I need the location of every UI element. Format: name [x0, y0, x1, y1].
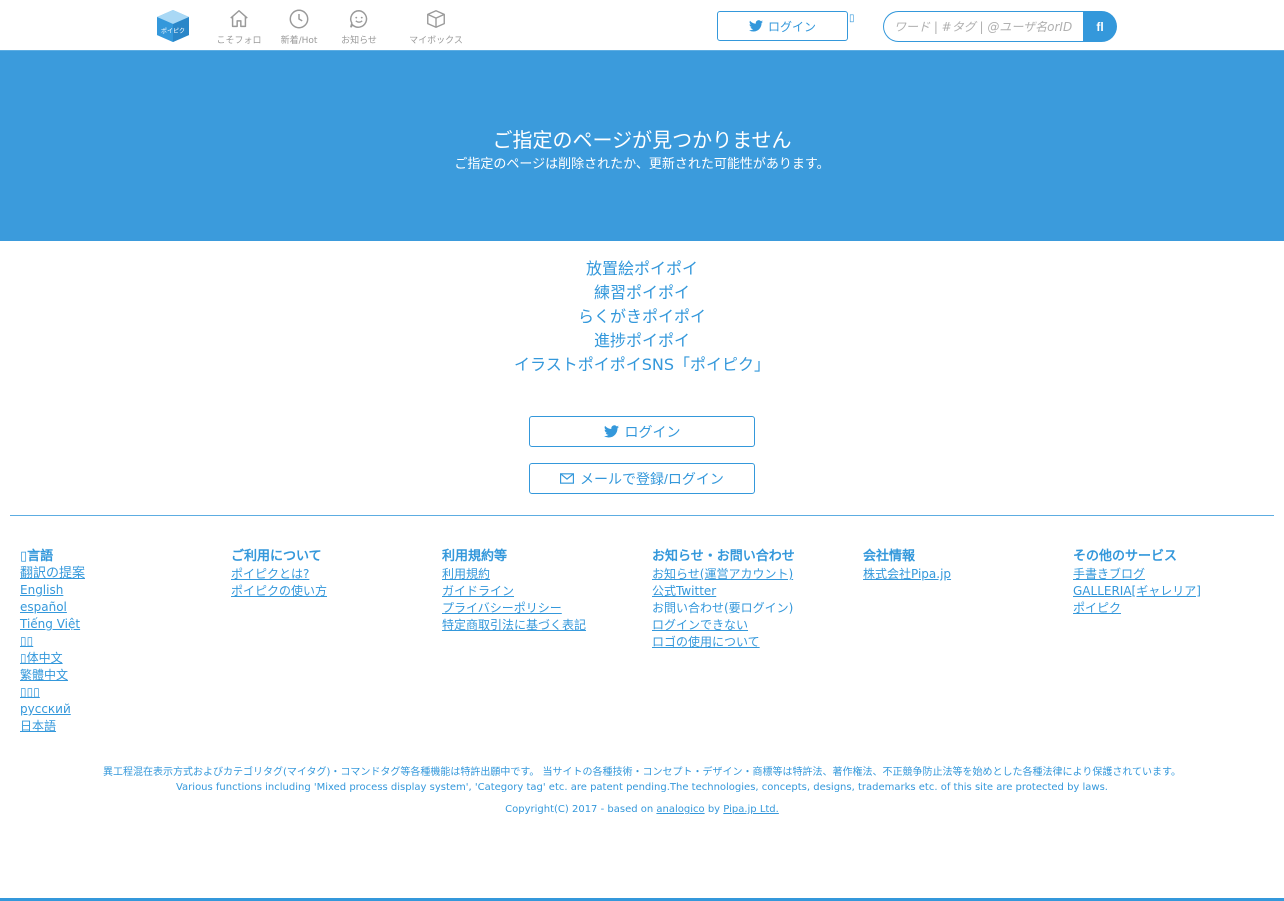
language-heading: ▯言語 翻訳の提案 [20, 548, 230, 582]
clock-icon [289, 9, 309, 29]
box-icon [427, 10, 445, 28]
nav-mybox[interactable]: マイボックス [406, 8, 466, 48]
error-title: ご指定のページが見つかりません [492, 128, 792, 152]
privacy-link[interactable]: プライバシーポリシー [442, 600, 652, 617]
about-what-link[interactable]: ポイピクとは? [231, 566, 441, 583]
error-subtitle: ご指定のページは削除されたか、更新された可能性があります。 [454, 157, 830, 172]
official-account-link[interactable]: お知らせ(運営アカウント) [652, 566, 862, 583]
footer-contact-column: お知らせ・お問い合わせ お知らせ(運営アカウント) 公式Twitter お問い合… [652, 548, 862, 651]
about-howto-link[interactable]: ポイピクの使い方 [231, 583, 441, 600]
patent-notice-jp: 異工程混在表示方式およびカテゴリタグ(マイタグ)・コマンドタグ等各種機能は特許出… [102, 767, 1182, 778]
mail-login-button[interactable]: メールで登録/ログイン [529, 463, 755, 494]
cannot-login-link[interactable]: ログインできない [652, 617, 862, 634]
error-banner: ご指定のページが見つかりません ご指定のページは削除されたか、更新された可能性が… [0, 51, 1284, 241]
link-rakugaki[interactable]: らくがきポイポイ [0, 305, 1284, 329]
language-heading-text: 言語 [27, 549, 54, 564]
company-heading: 会社情報 [863, 549, 916, 564]
mail-icon [560, 473, 575, 484]
footer-about-column: ご利用について ポイピクとは? ポイピクの使い方 [231, 548, 441, 600]
analogico-link[interactable]: analogico [656, 804, 704, 815]
search-button-label: fl [1096, 19, 1104, 34]
poipiku-logo[interactable]: ポイピク [156, 9, 190, 43]
search-box: fl [883, 11, 1117, 42]
header-login-label: ログイン [767, 19, 816, 34]
copyright-prefix: Copyright(C) 2017 - based on [505, 804, 654, 815]
nav-kosofollow[interactable]: こそフォロ [209, 8, 269, 48]
search-button[interactable]: fl [1083, 11, 1117, 42]
header-twitter-login-button[interactable]: ログイン [717, 11, 848, 41]
terms-link[interactable]: 利用規約 [442, 566, 652, 583]
lang-russian[interactable]: русский [20, 701, 230, 718]
nav-new-hot[interactable]: 新着/Hot [269, 8, 329, 48]
tokushoho-link[interactable]: 特定商取引法に基づく表記 [442, 617, 652, 634]
poipiku-link[interactable]: ポイピク [1073, 600, 1283, 617]
logo-usage-link[interactable]: ロゴの使用について [652, 634, 862, 651]
nav-label: 新着/Hot [280, 36, 318, 46]
link-renshu[interactable]: 練習ポイポイ [0, 281, 1284, 305]
tegaki-blog-link[interactable]: 手書きブログ [1073, 566, 1283, 583]
search-input[interactable] [883, 11, 1083, 42]
link-shinchoku[interactable]: 進捗ポイポイ [0, 329, 1284, 353]
nav-notifications[interactable]: お知らせ [329, 8, 389, 48]
home-icon [230, 10, 248, 28]
pipa-link[interactable]: Pipa.jp Ltd. [723, 804, 779, 815]
missing-glyph-icon: ▯ [849, 13, 855, 24]
logo-text: ポイピク [161, 27, 185, 35]
translation-suggest-link[interactable]: 翻訳の提案 [20, 565, 230, 582]
top-header: ポイピク こそフォロ 新着/Hot お知らせ マイボックス ログイン ▯ ワード… [0, 0, 1284, 51]
twitter-icon [603, 425, 619, 438]
nav-label: お知らせ [341, 36, 377, 46]
footer-divider [10, 515, 1274, 516]
footer-company-column: 会社情報 株式会社Pipa.jp [863, 548, 1073, 583]
twitter-login-label: ログイン [624, 423, 681, 440]
guideline-link[interactable]: ガイドライン [442, 583, 652, 600]
contact-heading: お知らせ・お問い合わせ [652, 549, 795, 564]
nav-label: こそフォロ [216, 36, 262, 46]
link-houchi[interactable]: 放置絵ポイポイ [0, 257, 1284, 281]
patent-notice-en: Various functions including 'Mixed proce… [175, 782, 1108, 793]
company-link[interactable]: 株式会社Pipa.jp [863, 566, 1073, 583]
copyright: Copyright(C) 2017 - based on analogico b… [0, 804, 1284, 815]
footer-language-column: ▯言語 翻訳の提案 English español Tiếng Việt ▯▯ … [20, 548, 230, 735]
patent-notice: 異工程混在表示方式およびカテゴリタグ(マイタグ)・コマンドタグ等各種機能は特許出… [0, 765, 1284, 795]
copyright-by: by [707, 804, 721, 815]
lang-simplified-chinese[interactable]: ▯体中文 [20, 650, 230, 667]
twitter-login-button[interactable]: ログイン [529, 416, 755, 447]
mail-login-label: メールで登録/ログイン [580, 470, 724, 487]
services-heading: その他のサービス [1073, 549, 1178, 564]
galleria-link[interactable]: GALLERIA[ギャレリア] [1073, 583, 1283, 600]
official-twitter-link[interactable]: 公式Twitter [652, 583, 862, 600]
footer-services-column: その他のサービス 手書きブログ GALLERIA[ギャレリア] ポイピク [1073, 548, 1283, 617]
lang-thai[interactable]: ▯▯▯ [20, 684, 230, 701]
terms-heading: 利用規約等 [442, 549, 508, 564]
about-heading: ご利用について [231, 549, 322, 564]
link-illust-sns[interactable]: イラストポイポイSNS「ポイピク」 [0, 353, 1284, 377]
category-links: 放置絵ポイポイ 練習ポイポイ らくがきポイポイ 進捗ポイポイ イラストポイポイS… [0, 257, 1284, 377]
lang-spanish[interactable]: español [20, 599, 230, 616]
footer-terms-column: 利用規約等 利用規約 ガイドライン プライバシーポリシー 特定商取引法に基づく表… [442, 548, 652, 634]
lang-korean[interactable]: ▯▯ [20, 633, 230, 650]
lang-traditional-chinese[interactable]: 繁體中文 [20, 667, 230, 684]
nav-label: マイボックス [409, 36, 463, 46]
twitter-icon [748, 20, 763, 32]
contact-login-required: お問い合わせ(要ログイン) [652, 601, 794, 615]
lang-vietnamese[interactable]: Tiếng Việt [20, 616, 230, 633]
lang-english[interactable]: English [20, 582, 230, 599]
chat-icon [350, 10, 368, 28]
lang-japanese[interactable]: 日本語 [20, 718, 230, 735]
